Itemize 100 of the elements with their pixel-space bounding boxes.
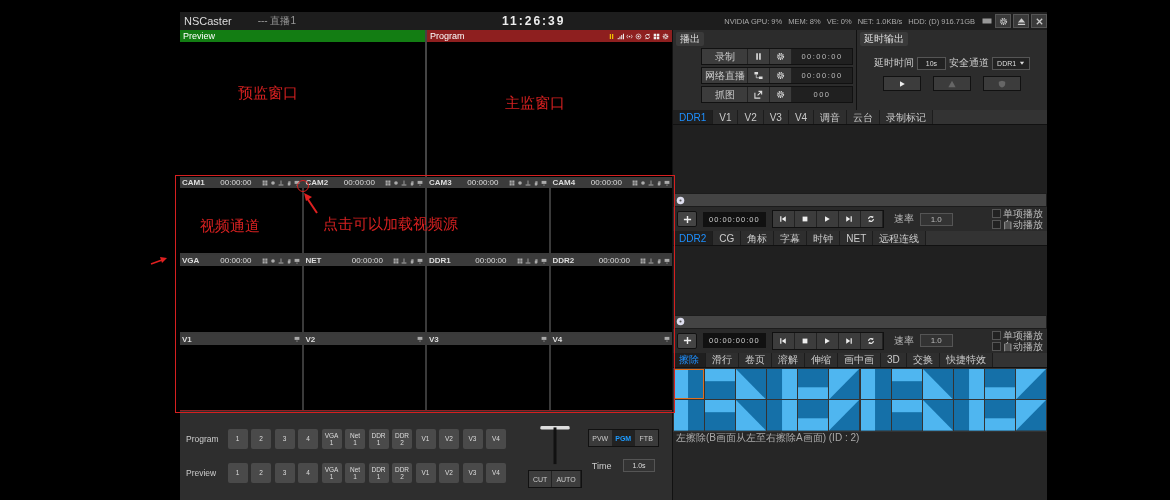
- tab[interactable]: V1: [713, 110, 739, 124]
- pause-icon-button[interactable]: [748, 49, 770, 64]
- settings-icon[interactable]: [662, 32, 669, 40]
- tab[interactable]: 调音: [814, 110, 848, 124]
- rate-field[interactable]: 1.0: [919, 212, 953, 226]
- next-button[interactable]: [838, 211, 861, 228]
- grid-icon[interactable]: [261, 257, 268, 264]
- transition-thumbnail[interactable]: [674, 400, 705, 431]
- hand-icon[interactable]: [532, 179, 539, 186]
- monitor-icon[interactable]: [293, 179, 300, 186]
- tab[interactable]: NET: [840, 231, 874, 246]
- stop-button[interactable]: [794, 211, 817, 228]
- tab[interactable]: V3: [763, 110, 789, 124]
- hand-icon[interactable]: [409, 257, 415, 264]
- transition-thumbnail[interactable]: [705, 368, 736, 400]
- transition-thumbnail[interactable]: [860, 368, 891, 400]
- broadcast-button[interactable]: 网络直播: [702, 68, 748, 83]
- monitor-icon[interactable]: [293, 257, 300, 264]
- settings-button[interactable]: [995, 14, 1011, 28]
- monitor-icon[interactable]: [417, 336, 423, 343]
- grid-icon[interactable]: [393, 257, 399, 264]
- hand-icon[interactable]: [532, 257, 539, 264]
- close-button[interactable]: [1031, 14, 1047, 28]
- transition-thumbnail[interactable]: [767, 400, 798, 431]
- dot-icon[interactable]: [269, 257, 276, 264]
- tab[interactable]: 时钟: [807, 231, 841, 246]
- broadcast-button[interactable]: 录制: [702, 49, 748, 64]
- network-icon-button[interactable]: [748, 68, 770, 83]
- hand-icon[interactable]: [285, 257, 292, 264]
- transition-thumbnail[interactable]: [922, 400, 953, 431]
- transition-thumbnail[interactable]: [984, 400, 1015, 431]
- transition-thumbnail[interactable]: [891, 368, 922, 400]
- shield-button[interactable]: [983, 76, 1021, 91]
- signal-icon[interactable]: [617, 32, 624, 40]
- settings-button[interactable]: [770, 87, 792, 102]
- hand-icon[interactable]: [409, 179, 415, 186]
- monitor-icon[interactable]: [293, 336, 300, 343]
- hand-icon[interactable]: [656, 257, 662, 264]
- transition-thumbnail[interactable]: [953, 368, 984, 400]
- monitor-icon[interactable]: [540, 257, 547, 264]
- pause-icon[interactable]: [608, 32, 615, 40]
- transition-thumbnail[interactable]: [829, 368, 860, 400]
- tab[interactable]: 远程连线: [873, 231, 927, 246]
- eject-button[interactable]: [1013, 14, 1029, 28]
- dot-icon[interactable]: [516, 179, 523, 186]
- monitor-icon[interactable]: [664, 257, 670, 264]
- monitor-icon[interactable]: [664, 179, 670, 186]
- previous-button[interactable]: [772, 332, 795, 349]
- transition-thumbnail[interactable]: [891, 400, 922, 431]
- transition-thumbnail[interactable]: [953, 400, 984, 431]
- tab[interactable]: DDR1: [673, 110, 714, 124]
- tab[interactable]: DDR2: [673, 231, 714, 246]
- checkbox[interactable]: [992, 209, 1001, 219]
- monitor-icon[interactable]: [540, 179, 547, 186]
- hand-icon[interactable]: [656, 179, 662, 186]
- grid-icon[interactable]: [516, 257, 523, 264]
- transition-thumbnail[interactable]: [1015, 368, 1046, 400]
- transition-thumbnail[interactable]: [798, 400, 829, 431]
- transition-thumbnail[interactable]: [798, 368, 829, 400]
- broadcast-button[interactable]: 抓图: [702, 87, 748, 102]
- checkbox[interactable]: [992, 220, 1001, 230]
- tab[interactable]: 字幕: [774, 231, 808, 246]
- checkbox[interactable]: [992, 330, 1001, 340]
- transition-thumbnail[interactable]: [860, 400, 891, 431]
- transition-thumbnail[interactable]: [922, 368, 953, 400]
- rate-field[interactable]: 1.0: [919, 334, 953, 348]
- monitor-icon[interactable]: [664, 336, 670, 343]
- broadcast-icon[interactable]: [626, 32, 633, 40]
- monitor-icon[interactable]: [417, 179, 423, 186]
- dot-icon[interactable]: [640, 179, 646, 186]
- loop-icon[interactable]: [644, 32, 651, 40]
- record-icon[interactable]: [635, 32, 642, 40]
- grid-icon[interactable]: [508, 179, 515, 186]
- tab[interactable]: 云台: [847, 110, 881, 124]
- hand-icon[interactable]: [285, 179, 292, 186]
- play-button[interactable]: [816, 211, 839, 228]
- dot-icon[interactable]: [269, 179, 276, 186]
- tab[interactable]: CG: [713, 231, 742, 246]
- transition-thumbnail[interactable]: [829, 400, 860, 431]
- play-button[interactable]: [816, 332, 839, 349]
- dot-icon[interactable]: [393, 179, 399, 186]
- tab[interactable]: V4: [788, 110, 815, 124]
- tab[interactable]: 角标: [741, 231, 775, 246]
- transition-thumbnail[interactable]: [736, 400, 767, 431]
- tab[interactable]: 录制标记: [880, 110, 934, 124]
- add-button[interactable]: [677, 211, 697, 228]
- add-button[interactable]: [677, 332, 697, 349]
- transition-thumbnail[interactable]: [674, 368, 705, 400]
- grid-icon[interactable]: [385, 179, 391, 186]
- checkbox[interactable]: [992, 341, 1001, 351]
- grid-icon[interactable]: [640, 257, 646, 264]
- grid-icon[interactable]: [653, 32, 660, 40]
- warning-button[interactable]: [933, 76, 971, 91]
- export-icon-button[interactable]: [748, 87, 770, 102]
- loop-button[interactable]: [860, 332, 883, 349]
- settings-button[interactable]: [770, 68, 792, 83]
- transition-thumbnail[interactable]: [736, 368, 767, 400]
- grid-icon[interactable]: [632, 179, 638, 186]
- transition-thumbnail[interactable]: [1015, 400, 1046, 431]
- monitor-icon[interactable]: [540, 336, 547, 343]
